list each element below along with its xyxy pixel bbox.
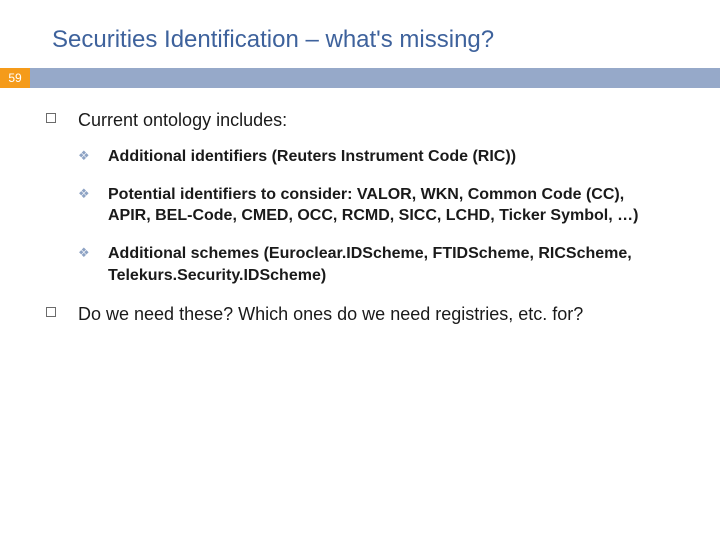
list-item-text: Current ontology includes: (78, 108, 287, 132)
content-area: Current ontology includes: ❖ Additional … (0, 88, 720, 327)
square-bullet-icon (46, 302, 78, 326)
list-item: ❖ Additional identifiers (Reuters Instru… (78, 146, 670, 168)
diamond-bullet-icon: ❖ (78, 243, 108, 286)
list-item: Do we need these? Which ones do we need … (46, 302, 670, 326)
slide-number: 59 (0, 68, 30, 88)
square-bullet-icon (46, 108, 78, 132)
list-item: ❖ Potential identifiers to consider: VAL… (78, 184, 670, 227)
list-item: Current ontology includes: (46, 108, 670, 132)
diamond-bullet-icon: ❖ (78, 146, 108, 168)
accent-bar: 59 (0, 68, 720, 88)
slide-title: Securities Identification – what's missi… (52, 26, 720, 54)
list-item-text: Potential identifiers to consider: VALOR… (108, 184, 670, 227)
accent-bar-fill (30, 68, 720, 88)
list-item: ❖ Additional schemes (Euroclear.IDScheme… (78, 243, 670, 286)
sublist: ❖ Additional identifiers (Reuters Instru… (46, 146, 670, 286)
list-item-text: Do we need these? Which ones do we need … (78, 302, 583, 326)
list-item-text: Additional identifiers (Reuters Instrume… (108, 146, 536, 168)
diamond-bullet-icon: ❖ (78, 184, 108, 227)
list-item-text: Additional schemes (Euroclear.IDScheme, … (108, 243, 670, 286)
title-area: Securities Identification – what's missi… (0, 0, 720, 68)
